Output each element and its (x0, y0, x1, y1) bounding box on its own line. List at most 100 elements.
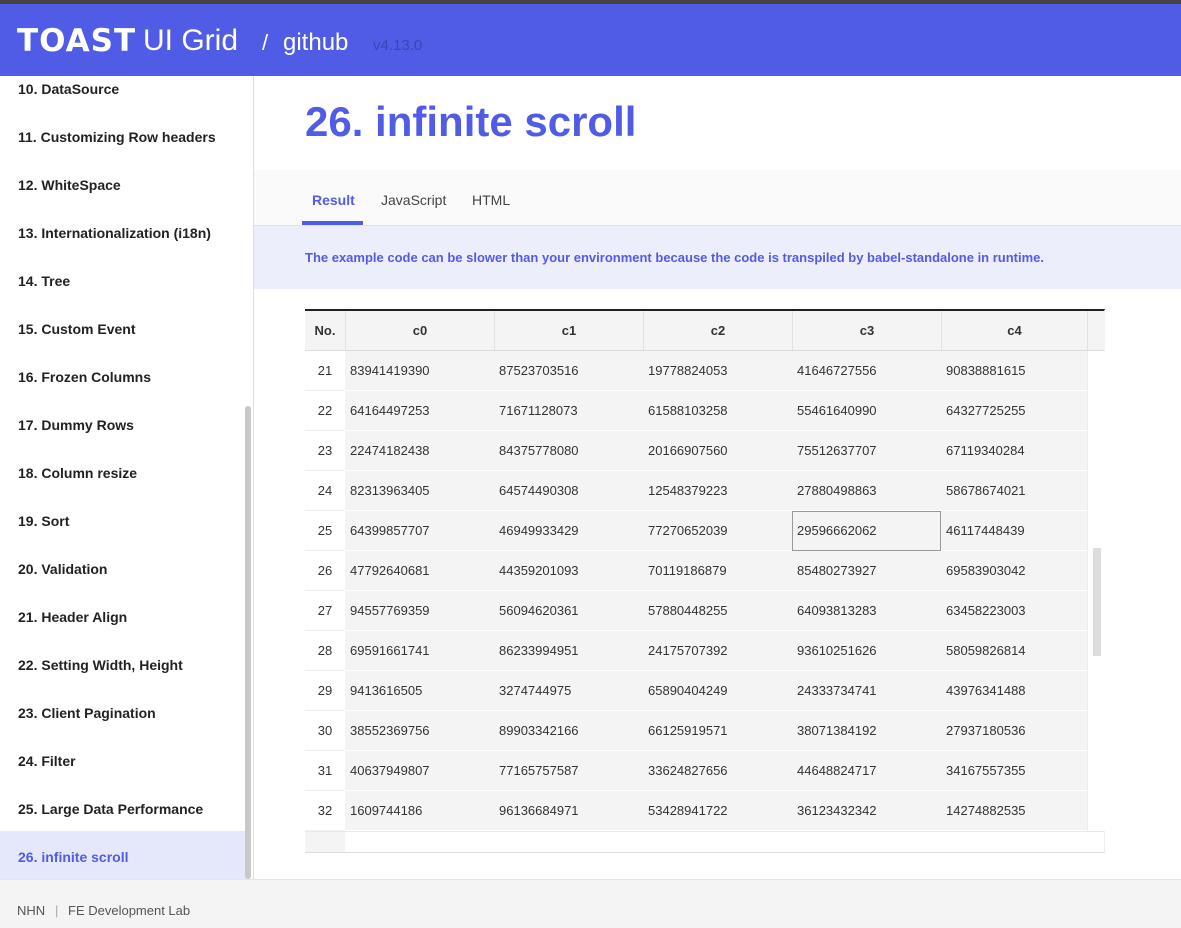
grid-cell-c4[interactable]: 67119340284 (941, 431, 1087, 471)
column-header-no[interactable]: No. (305, 311, 345, 350)
grid-cell-c0[interactable]: 69591661741 (345, 631, 494, 671)
grid-cell-c0[interactable]: 9413616505 (345, 671, 494, 711)
grid-cell-c4[interactable]: 69583903042 (941, 551, 1087, 591)
sidebar-item-setting-width-height[interactable]: 22. Setting Width, Height (0, 652, 248, 700)
table-row[interactable]: 31 40637949807 77165757587 33624827656 44648… (305, 751, 1087, 791)
grid-cell-c1[interactable]: 56094620361 (494, 591, 643, 631)
tab-javascript[interactable]: JavaScript (381, 192, 446, 208)
grid-cell-c2[interactable]: 65890404249 (643, 671, 792, 711)
column-header-c2[interactable]: c2 (643, 311, 792, 350)
grid-cell-c3[interactable]: 64093813283 (792, 591, 941, 631)
column-header-c1[interactable]: c1 (494, 311, 643, 350)
grid-cell-c1[interactable]: 96136684971 (494, 791, 643, 831)
table-row[interactable]: 28 69591661741 86233994951 24175707392 93610… (305, 631, 1087, 671)
footer-company[interactable]: NHN (17, 903, 45, 918)
grid-cell-c2[interactable]: 53428941722 (643, 791, 792, 831)
table-row[interactable]: 24 82313963405 64574490308 12548379223 27880… (305, 471, 1087, 511)
grid-cell-c1[interactable]: 71671128073 (494, 391, 643, 431)
grid-cell-c3[interactable]: 24333734741 (792, 671, 941, 711)
column-header-c3[interactable]: c3 (792, 311, 941, 350)
grid-cell-c0[interactable]: 94557769359 (345, 591, 494, 631)
grid-cell-c0[interactable]: 40637949807 (345, 751, 494, 791)
grid-cell-c4[interactable]: 34167557355 (941, 751, 1087, 791)
sidebar-item-internationalization[interactable]: 13. Internationalization (i18n) (0, 220, 248, 268)
sidebar-scrollbar[interactable] (245, 406, 251, 879)
grid-cell-c0[interactable]: 22474182438 (345, 431, 494, 471)
grid-cell-c1[interactable]: 64574490308 (494, 471, 643, 511)
grid-cell-c2[interactable]: 66125919571 (643, 711, 792, 751)
grid-cell-c4[interactable]: 27937180536 (941, 711, 1087, 751)
sidebar-item-custom-event[interactable]: 15. Custom Event (0, 316, 248, 364)
table-row[interactable]: 29 9413616505 3274744975 65890404249 2433373… (305, 671, 1087, 711)
toast-logo[interactable]: TOAST (17, 26, 136, 57)
grid-cell-c0[interactable]: 64399857707 (345, 511, 494, 551)
sidebar-item-header-align[interactable]: 21. Header Align (0, 604, 248, 652)
grid-cell-c2[interactable]: 24175707392 (643, 631, 792, 671)
grid-cell-c4[interactable]: 90838881615 (941, 351, 1087, 391)
grid-cell-c1[interactable]: 44359201093 (494, 551, 643, 591)
grid-cell-c3[interactable]: 85480273927 (792, 551, 941, 591)
footer-lab[interactable]: FE Development Lab (68, 903, 190, 918)
grid-scroll-thumb[interactable] (1093, 548, 1101, 656)
grid-cell-c0[interactable]: 1609744186 (345, 791, 494, 831)
github-link[interactable]: github (283, 30, 348, 56)
grid-cell-c3[interactable]: 27880498863 (792, 471, 941, 511)
grid-cell-c3[interactable]: 93610251626 (792, 631, 941, 671)
grid-cell-c0[interactable]: 64164497253 (345, 391, 494, 431)
grid-cell-c3[interactable]: 36123432342 (792, 791, 941, 831)
grid-cell-c1[interactable]: 46949933429 (494, 511, 643, 551)
sidebar-item-column-resize[interactable]: 18. Column resize (0, 460, 248, 508)
grid-cell-c1[interactable]: 77165757587 (494, 751, 643, 791)
grid-cell-c4[interactable]: 14274882535 (941, 791, 1087, 831)
sidebar-item-dummy-rows[interactable]: 17. Dummy Rows (0, 412, 248, 460)
grid-cell-c0[interactable]: 38552369756 (345, 711, 494, 751)
table-row[interactable]: 25 64399857707 46949933429 77270652039 29596… (305, 511, 1087, 551)
column-header-c4[interactable]: c4 (941, 311, 1087, 350)
grid-cell-c0[interactable]: 83941419390 (345, 351, 494, 391)
grid-cell-c3[interactable]: 29596662062 (792, 511, 941, 551)
grid-cell-c4[interactable]: 58059826814 (941, 631, 1087, 671)
grid-cell-c3[interactable]: 38071384192 (792, 711, 941, 751)
grid-cell-c1[interactable]: 89903342166 (494, 711, 643, 751)
grid-cell-c2[interactable]: 12548379223 (643, 471, 792, 511)
grid-cell-c3[interactable]: 41646727556 (792, 351, 941, 391)
tab-result[interactable]: Result (312, 192, 355, 208)
sidebar-item-whitespace[interactable]: 12. WhiteSpace (0, 172, 248, 220)
grid-cell-c1[interactable]: 87523703516 (494, 351, 643, 391)
grid-cell-c2[interactable]: 20166907560 (643, 431, 792, 471)
tab-html[interactable]: HTML (472, 192, 510, 208)
grid-cell-c2[interactable]: 61588103258 (643, 391, 792, 431)
product-name[interactable]: UI Grid (143, 26, 238, 56)
sidebar-item-infinite-scroll[interactable]: 26. infinite scroll (0, 831, 248, 879)
sidebar-item-datasource[interactable]: 10. DataSource (0, 76, 248, 104)
table-row[interactable]: 22 64164497253 71671128073 61588103258 55461… (305, 391, 1087, 431)
table-row[interactable]: 32 1609744186 96136684971 53428941722 361234… (305, 791, 1087, 831)
grid-body[interactable]: 21 83941419390 87523703516 19778824053 41646… (305, 351, 1087, 831)
sidebar-item-customizing-row-headers[interactable]: 11. Customizing Row headers (0, 124, 248, 172)
grid-cell-c1[interactable]: 86233994951 (494, 631, 643, 671)
sidebar-item-frozen-columns[interactable]: 16. Frozen Columns (0, 364, 248, 412)
grid-cell-c0[interactable]: 47792640681 (345, 551, 494, 591)
grid-cell-c0[interactable]: 82313963405 (345, 471, 494, 511)
grid-cell-c3[interactable]: 75512637707 (792, 431, 941, 471)
grid-cell-c2[interactable]: 19778824053 (643, 351, 792, 391)
grid-cell-c1[interactable]: 3274744975 (494, 671, 643, 711)
grid-cell-c2[interactable]: 57880448255 (643, 591, 792, 631)
grid-cell-c2[interactable]: 70119186879 (643, 551, 792, 591)
grid-cell-c4[interactable]: 43976341488 (941, 671, 1087, 711)
table-row[interactable]: 26 47792640681 44359201093 70119186879 85480… (305, 551, 1087, 591)
table-row[interactable]: 23 22474182438 84375778080 20166907560 75512… (305, 431, 1087, 471)
grid-cell-c4[interactable]: 46117448439 (941, 511, 1087, 551)
grid-cell-c2[interactable]: 33624827656 (643, 751, 792, 791)
sidebar-item-tree[interactable]: 14. Tree (0, 268, 248, 316)
grid-cell-c1[interactable]: 84375778080 (494, 431, 643, 471)
grid-cell-c3[interactable]: 55461640990 (792, 391, 941, 431)
grid-cell-c4[interactable]: 58678674021 (941, 471, 1087, 511)
sidebar-item-client-pagination[interactable]: 23. Client Pagination (0, 700, 248, 748)
grid-cell-c4[interactable]: 64327725255 (941, 391, 1087, 431)
table-row[interactable]: 27 94557769359 56094620361 57880448255 64093… (305, 591, 1087, 631)
table-row[interactable]: 21 83941419390 87523703516 19778824053 41646… (305, 351, 1087, 391)
sidebar-item-filter[interactable]: 24. Filter (0, 748, 248, 796)
column-header-c0[interactable]: c0 (345, 311, 494, 350)
table-row[interactable]: 30 38552369756 89903342166 66125919571 38071… (305, 711, 1087, 751)
